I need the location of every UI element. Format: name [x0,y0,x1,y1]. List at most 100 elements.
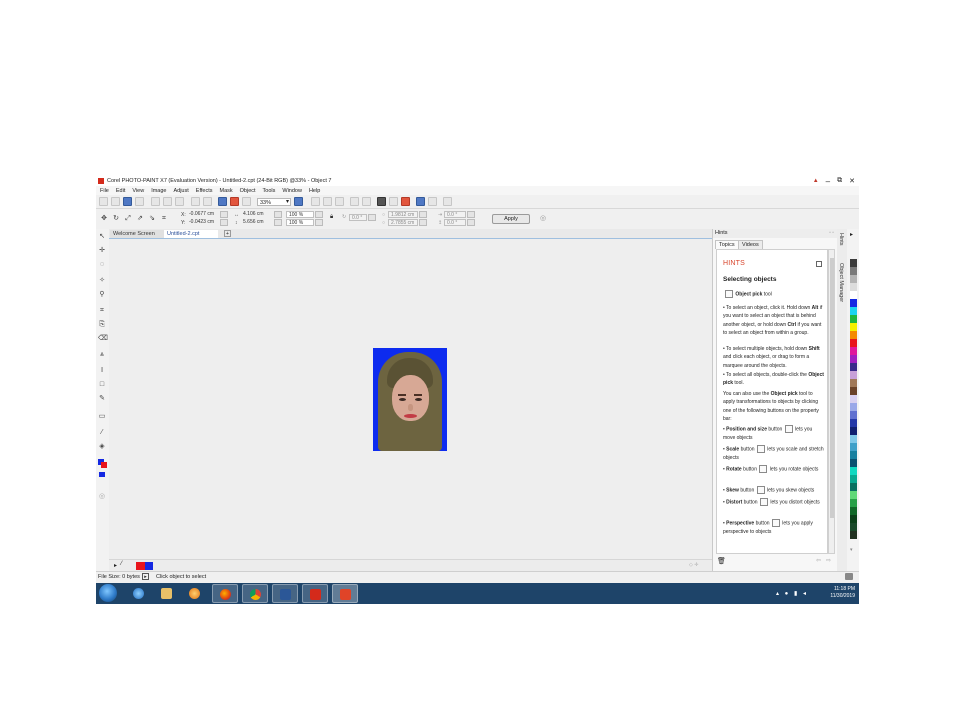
cut-icon[interactable] [151,197,160,206]
center-y-spinner[interactable] [419,219,427,226]
palette-swatch[interactable] [850,299,857,307]
save-icon[interactable] [123,197,132,206]
system-tray-icons[interactable]: ▴ ● ▮ ◂ [776,590,808,597]
play-icon[interactable]: ▸ [114,562,117,569]
perspective-mode-icon[interactable]: ⌗ [160,215,168,223]
status-color-icon[interactable] [845,573,853,580]
new-file-icon[interactable] [99,197,108,206]
grid-icon[interactable] [323,197,332,206]
eyedropper-icon[interactable]: ⁄ [121,561,122,567]
export-icon[interactable] [230,197,239,206]
position-size-icon[interactable]: ✥ [100,215,108,223]
status-play-icon[interactable]: ▸ [142,573,149,580]
taskbar-ie[interactable] [126,584,152,603]
rectangle-tool-icon[interactable]: ▭ [98,413,106,421]
taskbar-chrome[interactable] [242,584,268,603]
document-swatch-red[interactable] [136,562,145,570]
skew-horizontal-field[interactable]: 0.0 ° [444,211,466,218]
scale-width-field[interactable]: 100 % [286,211,314,218]
palette-swatch[interactable] [850,403,857,411]
system-clock[interactable]: 11:18 PM 11/30/2019 [830,586,855,599]
palette-swatch[interactable] [850,419,857,427]
rulers-icon[interactable] [311,197,320,206]
shape-tool-icon[interactable]: □ [98,381,106,389]
tab-welcome-screen[interactable]: Welcome Screen [110,230,168,238]
new-tab-icon[interactable]: + [224,230,231,237]
center-x-spinner[interactable] [419,211,427,218]
menu-adjust[interactable]: Adjust [173,188,188,194]
taskbar-firefox[interactable] [212,584,238,603]
palette-swatch[interactable] [850,491,857,499]
help-arrow-icon[interactable]: ▲ [813,178,819,184]
restore-button[interactable]: ⧉ [837,177,842,185]
palette-swatch[interactable] [850,283,857,291]
trash-icon[interactable]: 🗑︎ [717,557,726,565]
back-arrow-icon[interactable]: ⇦ [816,557,821,564]
reset-icon[interactable]: ◎ [539,215,547,223]
palette-swatch[interactable] [850,427,857,435]
copy-icon[interactable] [163,197,172,206]
zoom-level-select[interactable]: 33% [257,197,291,206]
docker-tab-object-manager[interactable]: Object Manager [838,263,844,302]
pick-tool-icon[interactable]: ↖ [98,233,106,241]
y-spinner[interactable] [220,219,228,226]
eyedropper-tool-icon[interactable]: ⁄ [98,429,106,437]
palette-swatch[interactable] [850,467,857,475]
docker-controls[interactable]: ▫ ▫ [829,230,834,236]
docker-tab-hints[interactable]: Hints [838,233,844,246]
palette-arrow-icon[interactable]: ▸ [850,231,853,238]
magic-wand-icon[interactable]: ✧ [98,277,106,285]
palette-swatch[interactable] [850,523,857,531]
scale-width-spinner[interactable] [315,211,323,218]
skew-v-spinner[interactable] [467,219,475,226]
paper-color-swatch[interactable] [99,472,105,477]
mask-tool-icon[interactable]: ◌ [98,261,106,269]
menu-file[interactable]: File [100,188,109,194]
palette-swatch[interactable] [850,451,857,459]
palette-swatch[interactable] [850,531,857,539]
palette-swatch[interactable] [850,515,857,523]
palette-swatch[interactable] [850,267,857,275]
scale-height-field[interactable]: 100 % [286,219,314,226]
palette-swatch[interactable] [850,507,857,515]
palette-swatch[interactable] [850,363,857,371]
book-icon[interactable] [816,261,822,267]
center-x-field[interactable]: 1.9812 cm [388,211,418,218]
rotate-mode-icon[interactable]: ↻ [112,215,120,223]
tool-settings-icon[interactable]: ◎ [98,493,106,501]
undo-icon[interactable] [191,197,200,206]
height-spinner[interactable] [274,219,282,226]
palette-swatch[interactable] [850,387,857,395]
paint-tool-icon[interactable]: ✎ [98,395,106,403]
palette-swatch[interactable] [850,371,857,379]
mask-icon[interactable] [242,197,251,206]
tab-topics[interactable]: Topics [715,240,739,249]
palette-swatch[interactable] [850,307,857,315]
palette-swatch[interactable] [850,291,857,299]
taskbar-explorer[interactable] [154,584,180,603]
crop-tool-icon[interactable]: ⌗ [98,307,106,315]
close-button[interactable]: ✕ [849,177,855,185]
palette-swatch[interactable] [850,315,857,323]
palette-swatch[interactable] [850,435,857,443]
palette-swatch[interactable] [850,259,857,267]
list-icon[interactable] [428,197,437,206]
menu-object[interactable]: Object [240,188,256,194]
open-folder-icon[interactable] [111,197,120,206]
minimize-button[interactable]: – [826,177,830,186]
zoom-fit-icon[interactable] [294,197,303,206]
portrait-photo[interactable] [373,348,447,451]
nav-icon[interactable]: ◇ ✛ [689,562,698,568]
menu-window[interactable]: Window [282,188,302,194]
taskbar-word[interactable] [272,584,298,603]
tab-untitled-2[interactable]: Untitled-2.cpt [164,230,218,238]
background-color-swatch[interactable] [101,462,107,468]
menu-help[interactable]: Help [309,188,320,194]
transform-tool-icon[interactable]: ✛ [98,247,106,255]
lock-ratio-icon[interactable]: 🔒︎ [330,214,333,221]
distort-mode-icon[interactable]: ⇘ [148,215,156,223]
object-mode-icon[interactable] [350,197,359,206]
palette-swatch[interactable] [850,331,857,339]
taskbar-corel-draw[interactable] [302,584,328,603]
x-spinner[interactable] [220,211,228,218]
